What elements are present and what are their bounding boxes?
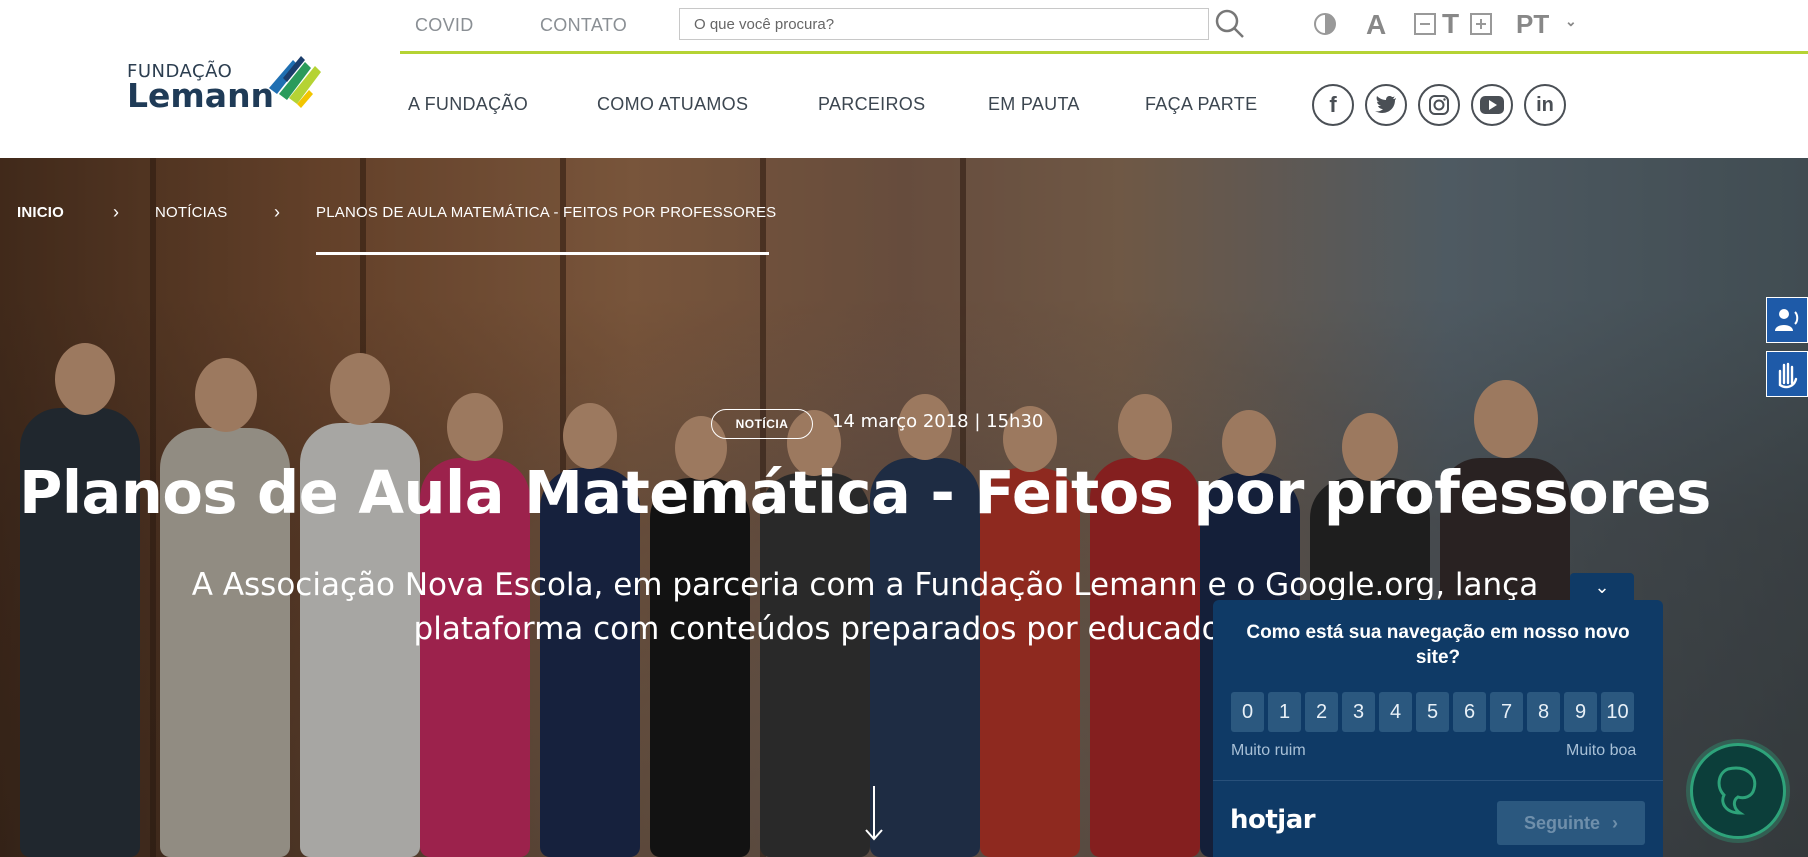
page-title: Planos de Aula Matemática - Feitos por p… [19, 458, 1711, 527]
subtitle-line-1: A Associação Nova Escola, em parceria co… [191, 567, 1539, 603]
chevron-down-icon[interactable]: ⌄ [1565, 13, 1577, 30]
linkedin-icon[interactable]: in [1524, 84, 1566, 126]
site-header: FUNDAÇÃO Lemann COVID CONTATO A [0, 0, 1808, 158]
rating-option[interactable]: 8 [1527, 692, 1560, 732]
category-badge: NOTÍCIA [711, 409, 813, 439]
contato-link[interactable]: CONTATO [540, 15, 627, 36]
nav-faca-parte[interactable]: FAÇA PARTE [1145, 94, 1257, 115]
publish-date: 14 março 2018 | 15h30 [832, 411, 1044, 432]
audio-accessibility-icon[interactable] [1766, 297, 1808, 343]
youtube-icon[interactable] [1471, 84, 1513, 126]
hotjar-survey: Como está sua navegação em nosso novo si… [1213, 600, 1663, 857]
nav-como-atuamos[interactable]: COMO ATUAMOS [597, 94, 748, 115]
next-button-label: Seguinte [1523, 812, 1600, 833]
scroll-down-icon[interactable] [864, 786, 884, 842]
survey-question: Como está sua navegação em nosso novo si… [1246, 622, 1630, 668]
rating-option[interactable]: 10 [1601, 692, 1634, 732]
chevron-down-icon: ⌄ [1594, 576, 1610, 597]
rating-option[interactable]: 7 [1490, 692, 1523, 732]
chevron-right-icon: › [274, 202, 280, 222]
fundacao-lemann-logo[interactable]: FUNDAÇÃO Lemann [127, 48, 327, 118]
rating-option[interactable]: 6 [1453, 692, 1486, 732]
header-divider [400, 51, 1808, 54]
nav-a-fundacao[interactable]: A FUNDAÇÃO [408, 94, 528, 115]
breadcrumb-noticias[interactable]: NOTÍCIAS [155, 204, 227, 221]
covid-link[interactable]: COVID [415, 15, 474, 36]
font-decrease-icon[interactable] [1414, 13, 1436, 35]
font-size-label: T [1442, 8, 1460, 39]
rating-option[interactable]: 9 [1564, 692, 1597, 732]
rating-scale: 0 1 2 3 4 5 6 7 8 9 10 [1231, 692, 1634, 732]
rating-option[interactable]: 1 [1268, 692, 1301, 732]
search-input[interactable] [679, 8, 1209, 40]
nav-parceiros[interactable]: PARCEIROS [818, 94, 925, 115]
language-selector[interactable]: PT [1516, 9, 1549, 40]
utility-bar: COVID CONTATO A T PT ⌄ [400, 0, 1808, 52]
chat-widget-button[interactable] [1690, 743, 1786, 839]
rating-option[interactable]: 3 [1342, 692, 1375, 732]
contrast-icon[interactable] [1313, 12, 1337, 36]
page: FUNDAÇÃO Lemann COVID CONTATO A [0, 0, 1808, 857]
twitter-icon[interactable] [1365, 84, 1407, 126]
hotjar-logo[interactable]: hotjar [1230, 805, 1316, 835]
next-button[interactable]: Seguinte › [1497, 801, 1645, 845]
breadcrumb-underline [316, 252, 769, 255]
chevron-right-icon: › [1612, 812, 1618, 833]
logo-mark-icon [269, 56, 321, 108]
vlibras-hand-icon[interactable] [1766, 351, 1808, 397]
nav-em-pauta[interactable]: EM PAUTA [988, 94, 1080, 115]
scale-low-label: Muito ruim [1231, 742, 1306, 759]
subtitle-line-2: plataforma com conteúdos preparados por … [413, 611, 1317, 647]
breadcrumb-inicio[interactable]: INICIO [17, 204, 64, 221]
rating-option[interactable]: 5 [1416, 692, 1449, 732]
survey-collapse-button[interactable]: ⌄ [1570, 573, 1634, 601]
instagram-icon[interactable] [1418, 84, 1460, 126]
search-icon[interactable] [1215, 9, 1245, 39]
logo-line2: Lemann [127, 76, 275, 115]
rating-option[interactable]: 0 [1231, 692, 1264, 732]
rating-option[interactable]: 2 [1305, 692, 1338, 732]
rating-option[interactable]: 4 [1379, 692, 1412, 732]
chat-icon [1717, 766, 1757, 815]
scale-high-label: Muito boa [1566, 742, 1637, 759]
facebook-icon[interactable]: f [1312, 84, 1354, 126]
chevron-right-icon: › [113, 202, 119, 222]
font-style-button[interactable]: A [1366, 9, 1386, 41]
breadcrumb-current: PLANOS DE AULA MATEMÁTICA - FEITOS POR P… [316, 204, 777, 221]
font-increase-icon[interactable] [1470, 13, 1492, 35]
